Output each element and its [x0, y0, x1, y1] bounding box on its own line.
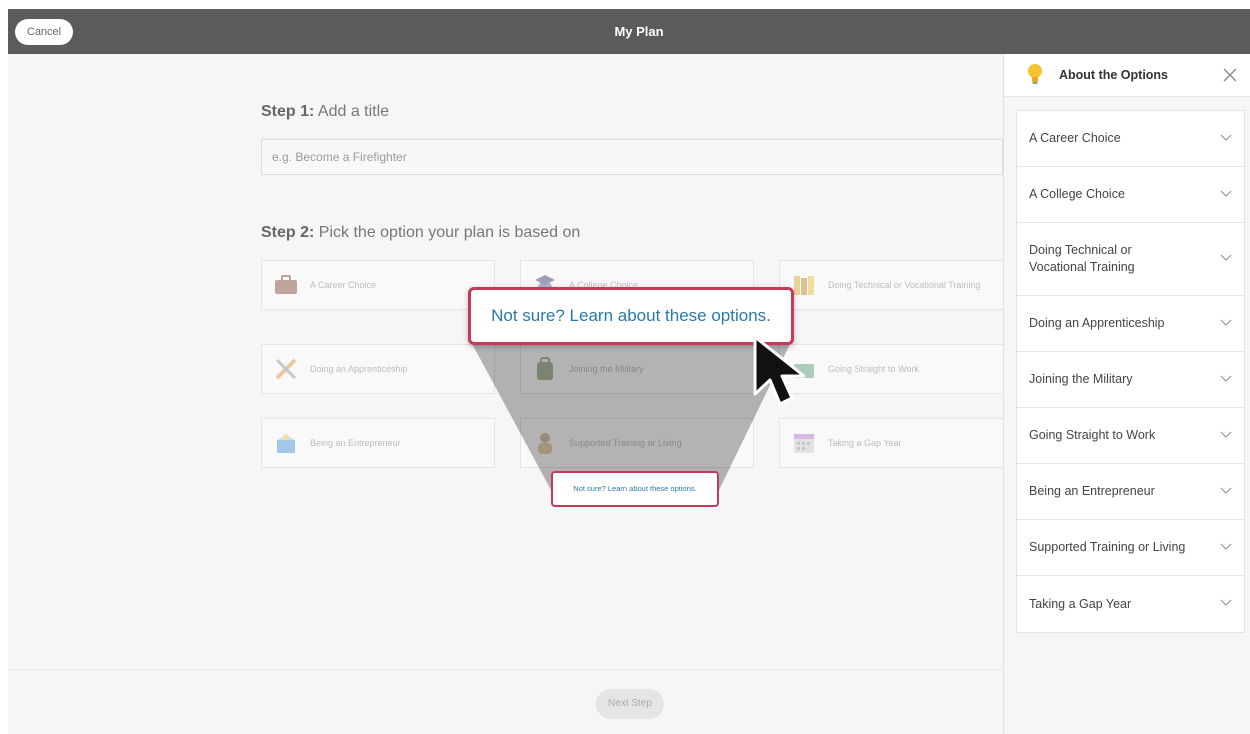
step2-text: Pick the option your plan is based on: [318, 224, 581, 241]
panel-title: About the Options: [1059, 68, 1169, 82]
chevron-down-icon: [1220, 375, 1232, 382]
accordion-label: Joining the Military: [1029, 372, 1133, 386]
accordion-item-entrepreneur[interactable]: Being an Entrepreneur: [1017, 464, 1244, 520]
option-card-career[interactable]: A Career Choice: [261, 260, 495, 310]
accordion-item-military[interactable]: Joining the Military: [1017, 352, 1244, 408]
accordion-item-college[interactable]: A College Choice: [1017, 167, 1244, 223]
option-card-military[interactable]: Joining the Military: [520, 344, 754, 394]
option-label: Going Straight to Work: [828, 363, 919, 374]
options-accordion: A Career Choice A College Choice Doing T…: [1016, 110, 1245, 633]
accordion-label: A College Choice: [1029, 187, 1125, 201]
briefcase-icon: [274, 273, 298, 297]
chevron-down-icon: [1220, 487, 1232, 494]
option-card-gap-year[interactable]: Taking a Gap Year: [779, 418, 1013, 468]
step2-prefix: Step 2:: [261, 224, 315, 241]
option-card-supported[interactable]: Supported Training or Living: [520, 418, 754, 468]
main-content: Step 1: Add a title Step 2: Pick the opt…: [8, 54, 1013, 734]
chevron-down-icon: [1220, 190, 1232, 197]
chevron-down-icon: [1220, 431, 1232, 438]
accordion-label: Taking a Gap Year: [1029, 596, 1132, 611]
accordion-item-work[interactable]: Going Straight to Work: [1017, 408, 1244, 464]
option-card-technical[interactable]: Doing Technical or Vocational Training: [779, 260, 1013, 310]
accordion-label: Being an Entrepreneur: [1029, 484, 1155, 498]
option-card-work[interactable]: Going Straight to Work: [779, 344, 1013, 394]
chevron-down-icon: [1220, 319, 1232, 326]
accordion-item-apprenticeship[interactable]: Doing an Apprenticeship: [1017, 296, 1244, 352]
plan-title-input[interactable]: [261, 139, 1003, 175]
accordion-label: Doing an Apprenticeship: [1029, 316, 1165, 330]
package-icon: [274, 431, 298, 455]
next-step-button[interactable]: Next Step: [596, 689, 664, 719]
accordion-label: Doing Technical or Vocational Training: [1029, 243, 1135, 274]
chevron-down-icon: [1220, 599, 1232, 606]
option-label: Taking a Gap Year: [828, 437, 902, 448]
option-label: A Career Choice: [310, 279, 377, 290]
step2-heading: Step 2: Pick the option your plan is bas…: [261, 224, 580, 242]
tools-icon: [274, 357, 298, 381]
about-options-panel: About the Options A Career Choice A Coll…: [1003, 54, 1250, 734]
panel-header: About the Options: [1004, 54, 1250, 97]
learn-options-link[interactable]: Not sure? Learn about these options.: [551, 471, 719, 507]
chevron-down-icon: [1220, 134, 1232, 141]
accordion-item-technical[interactable]: Doing Technical or Vocational Training: [1017, 223, 1244, 296]
option-label: Being an Entrepreneur: [310, 437, 401, 448]
accordion-item-gap-year[interactable]: Taking a Gap Year: [1017, 576, 1244, 632]
lightbulb-icon: [1028, 64, 1042, 84]
accordion-item-supported[interactable]: Supported Training or Living: [1017, 520, 1244, 576]
backpack-icon: [533, 357, 557, 381]
option-label: Joining the Military: [569, 363, 644, 374]
learn-options-callout-zoomed[interactable]: Not sure? Learn about these options.: [468, 287, 794, 345]
chevron-down-icon: [1220, 543, 1232, 550]
person-icon: [533, 431, 557, 455]
close-icon[interactable]: [1222, 67, 1238, 83]
footer-bar: Next Step: [8, 669, 1003, 734]
calendar-icon: [792, 431, 816, 455]
accordion-item-career[interactable]: A Career Choice: [1017, 111, 1244, 167]
option-card-entrepreneur[interactable]: Being an Entrepreneur: [261, 418, 495, 468]
accordion-label: Going Straight to Work: [1029, 428, 1156, 442]
step1-text: Add a title: [317, 103, 390, 120]
option-card-apprenticeship[interactable]: Doing an Apprenticeship: [261, 344, 495, 394]
option-label: Supported Training or Living: [569, 437, 682, 448]
top-bar: Cancel My Plan: [8, 9, 1250, 54]
step1-heading: Step 1: Add a title: [261, 103, 389, 121]
books-icon: [792, 273, 816, 297]
chevron-down-icon: [1220, 254, 1232, 261]
accordion-label: Supported Training or Living: [1029, 540, 1186, 554]
accordion-label: A Career Choice: [1029, 131, 1121, 145]
page-title: My Plan: [614, 24, 664, 39]
option-label: Doing an Apprenticeship: [310, 363, 408, 374]
mouse-cursor-icon: [753, 335, 806, 406]
step1-prefix: Step 1:: [261, 103, 315, 120]
option-label: Doing Technical or Vocational Training: [828, 279, 981, 290]
